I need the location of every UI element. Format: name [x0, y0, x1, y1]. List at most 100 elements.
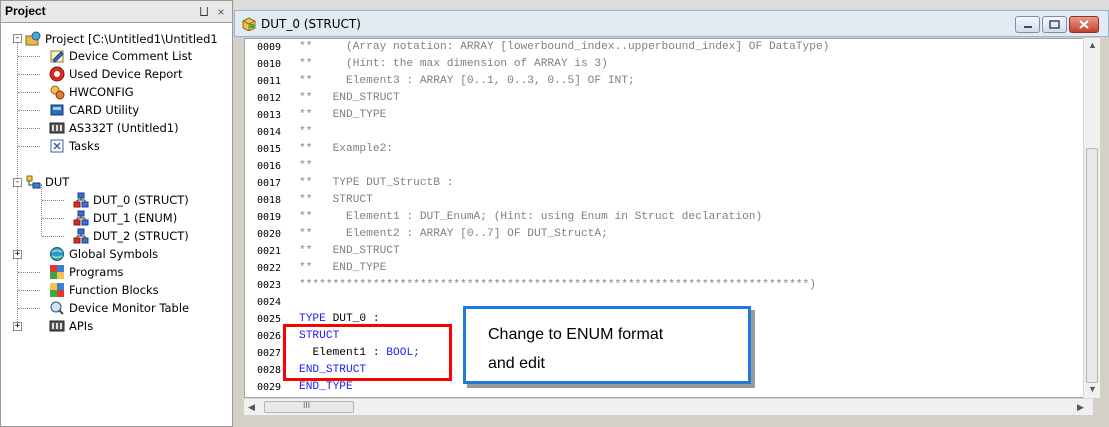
tree-line: [42, 200, 64, 201]
tree-item-dut[interactable]: DUT: [25, 173, 69, 191]
expand-toggle[interactable]: +: [13, 322, 22, 331]
tree-item-as332t[interactable]: AS332T (Untitled1): [49, 119, 179, 137]
horizontal-scrollbar[interactable]: ◀ III ▶: [244, 398, 1093, 415]
editor-tab-bar: DUT_0 (STRUCT): [234, 0, 1109, 37]
code-line: ** Element1 : DUT_EnumA; (Hint: using En…: [299, 211, 763, 223]
tree-item-apis[interactable]: APIs: [49, 317, 93, 335]
tree-item-label: Project [C:\Untitled1\Untitled1: [45, 32, 218, 46]
tree-item-label: Device Comment List: [69, 49, 193, 63]
line-number: 0022: [257, 263, 282, 274]
tree-item-global-symbols[interactable]: Global Symbols: [49, 245, 158, 263]
tree-item-dut-1[interactable]: DUT_1 (ENUM): [73, 209, 177, 227]
project-panel-header: Project ⨆ ×: [1, 1, 232, 23]
tree-item-card-utility[interactable]: CARD Utility: [49, 101, 139, 119]
restore-button[interactable]: [1042, 16, 1067, 33]
tree-item-used-device-report[interactable]: Used Device Report: [49, 65, 183, 83]
highlight-box: [283, 324, 452, 381]
tree-line: [18, 272, 40, 273]
scroll-up-arrow-icon[interactable]: ▲: [1088, 40, 1097, 50]
grip-icon: III: [303, 401, 311, 410]
line-number: 0010: [257, 59, 282, 70]
project-icon: [25, 31, 41, 47]
code-line: ** STRUCT: [299, 194, 373, 206]
globe-icon: [49, 246, 65, 262]
line-number: 0029: [257, 382, 282, 393]
hardware-config-icon: [49, 84, 65, 100]
minimize-button[interactable]: [1015, 16, 1040, 33]
tree-line: [18, 128, 40, 129]
code-line: ** (Array notation: ARRAY [lowerbound_in…: [299, 41, 830, 53]
tree-item-label: DUT: [45, 175, 70, 189]
line-number: 0012: [257, 93, 282, 104]
tree-item-dut-0[interactable]: DUT_0 (STRUCT): [73, 191, 189, 209]
code-line: ** Element3 : ARRAY [0..1, 0..3, 0..5] O…: [299, 75, 635, 87]
tree-item-programs[interactable]: Programs: [49, 263, 124, 281]
red-report-icon: [49, 66, 65, 82]
vertical-scroll-thumb[interactable]: [1086, 148, 1098, 383]
callout-text-line1: Change to ENUM format: [488, 326, 664, 343]
code-line: ** (Hint: the max dimension of ARRAY is …: [299, 58, 608, 70]
project-tree: - - + + Project [C:\Untitled1\Untitled1 …: [1, 24, 232, 426]
struct-icon: [73, 210, 89, 226]
line-number: 0025: [257, 314, 282, 325]
struct-icon: [73, 228, 89, 244]
code-line: ** Example2:: [299, 143, 393, 155]
code-line: END_TYPE: [299, 381, 353, 393]
tree-line: [18, 146, 40, 147]
tree-line: [18, 74, 40, 75]
struct-cube-icon: [241, 17, 257, 32]
tree-item-label: Global Symbols: [69, 247, 159, 261]
tree-item-device-monitor-table[interactable]: Device Monitor Table: [49, 299, 189, 317]
annotation-callout: Change to ENUM format and edit: [463, 306, 751, 384]
pin-icon[interactable]: ⨆: [197, 5, 211, 19]
close-window-button[interactable]: [1069, 16, 1099, 33]
apis-icon: [49, 318, 65, 334]
tree-item-function-blocks[interactable]: Function Blocks: [49, 281, 159, 299]
tree-item-hwconfig[interactable]: HWCONFIG: [49, 83, 134, 101]
scroll-right-arrow-icon[interactable]: ▶: [1077, 402, 1084, 413]
tree-line: [18, 56, 40, 57]
horizontal-scroll-thumb[interactable]: III: [264, 401, 354, 413]
tree-item-project[interactable]: Project [C:\Untitled1\Untitled1: [25, 30, 218, 48]
code-line: ** END_STRUCT: [299, 92, 400, 104]
code-line: **: [299, 126, 313, 138]
tree-line: [18, 290, 40, 291]
expand-toggle[interactable]: +: [13, 250, 22, 259]
line-number: 0014: [257, 127, 282, 138]
line-number: 0027: [257, 348, 282, 359]
collapse-toggle[interactable]: -: [13, 34, 22, 43]
tree-item-label: Programs: [69, 265, 124, 279]
code-line: ** END_TYPE: [299, 262, 387, 274]
tree-item-device-comment-list[interactable]: Device Comment List: [49, 47, 192, 65]
editor-title: DUT_0 (STRUCT): [261, 17, 361, 31]
function-blocks-icon: [49, 282, 65, 298]
line-number: 0015: [257, 144, 282, 155]
code-line: ****************************************…: [299, 279, 816, 291]
collapse-toggle[interactable]: -: [13, 178, 22, 187]
scroll-left-arrow-icon[interactable]: ◀: [248, 402, 255, 413]
tree-line: [18, 92, 40, 93]
line-number: 0023: [257, 280, 282, 291]
scroll-down-arrow-icon[interactable]: ▼: [1088, 384, 1097, 394]
tree-item-label: DUT_1 (ENUM): [93, 211, 178, 225]
line-number: 0018: [257, 195, 282, 206]
tree-line: [42, 236, 64, 237]
tree-item-label: Used Device Report: [69, 67, 183, 81]
code-line: ** END_STRUCT: [299, 245, 400, 257]
tree-item-label: DUT_2 (STRUCT): [93, 229, 189, 243]
tree-item-tasks[interactable]: Tasks: [49, 137, 100, 155]
programs-icon: [49, 264, 65, 280]
close-icon[interactable]: ×: [214, 5, 228, 19]
project-panel: Project ⨆ × - - + + Project [C:\Untitled…: [0, 0, 233, 427]
card-icon: [49, 102, 65, 118]
line-number: 0019: [257, 212, 282, 223]
callout-text-line2: and edit: [488, 355, 545, 372]
monitor-icon: [49, 300, 65, 316]
tree-line: [18, 110, 40, 111]
line-number: 0009: [257, 42, 282, 53]
tree-item-dut-2[interactable]: DUT_2 (STRUCT): [73, 227, 189, 245]
line-number: 0013: [257, 110, 282, 121]
vertical-scrollbar[interactable]: ▲ ▼: [1083, 38, 1100, 398]
project-panel-title: Project: [5, 4, 46, 18]
code-line: ** END_TYPE: [299, 109, 387, 121]
